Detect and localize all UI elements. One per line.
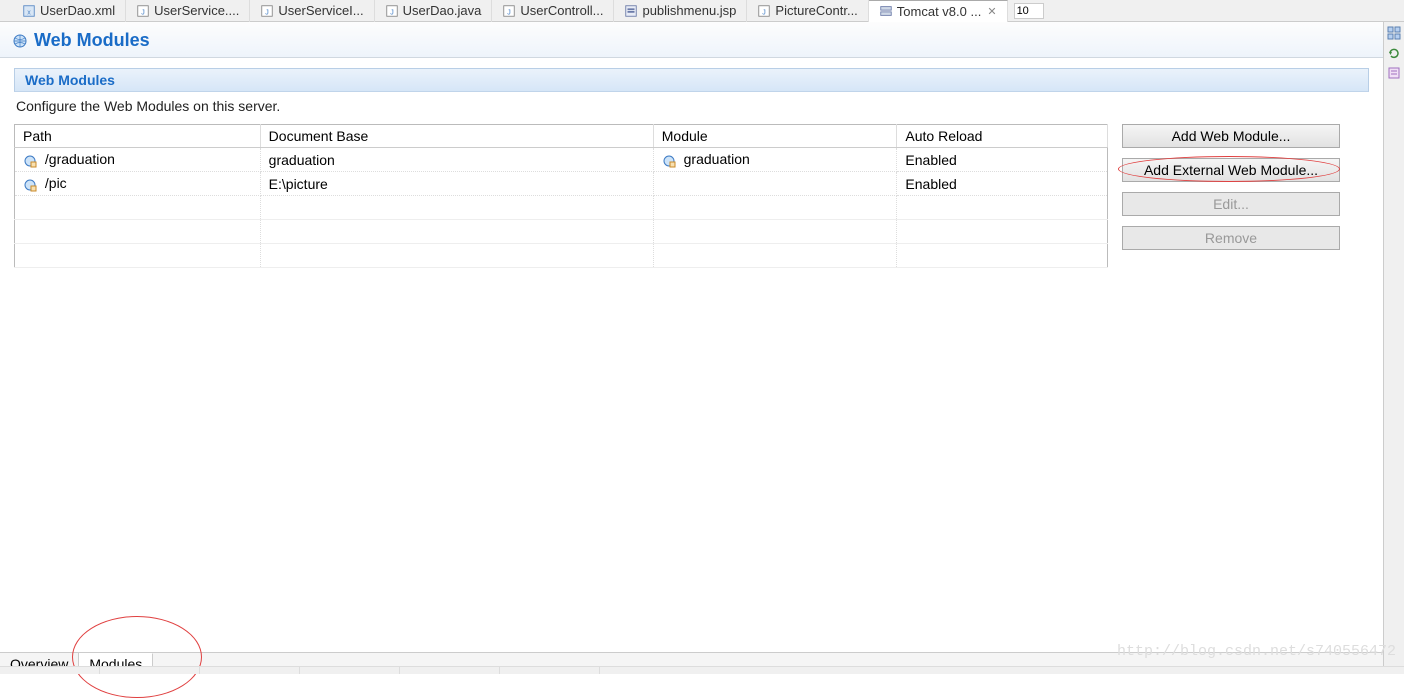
tab-label: UserDao.xml <box>40 3 115 18</box>
cell-autoreload: Enabled <box>897 148 1108 172</box>
tab-picturecontroller[interactable]: J PictureContr... <box>747 0 868 22</box>
xml-file-icon: x <box>22 4 36 18</box>
tab-label: PictureContr... <box>775 3 857 18</box>
web-resource-icon <box>23 154 37 168</box>
table-row-empty <box>15 244 1108 268</box>
web-resource-icon <box>23 178 37 192</box>
content-description: Configure the Web Modules on this server… <box>14 92 1369 124</box>
tab-label: publishmenu.jsp <box>642 3 736 18</box>
tab-tomcat-server[interactable]: Tomcat v8.0 ... ✕ <box>869 0 1008 22</box>
cell-docbase: graduation <box>260 148 653 172</box>
outline-icon[interactable] <box>1387 26 1401 40</box>
add-external-web-module-button[interactable]: Add External Web Module... <box>1122 158 1340 182</box>
java-file-icon: J <box>502 4 516 18</box>
tab-label: UserServiceI... <box>278 3 363 18</box>
cell-module: graduation <box>684 151 750 167</box>
table-header-row: Path Document Base Module Auto Reload <box>15 125 1108 148</box>
svg-text:J: J <box>141 9 145 16</box>
cell-path: /pic <box>45 175 67 191</box>
svg-text:J: J <box>390 9 394 16</box>
table-row-empty <box>15 220 1108 244</box>
jsp-file-icon <box>624 4 638 18</box>
refresh-icon[interactable] <box>1387 46 1401 60</box>
tab-publishmenu-jsp[interactable]: publishmenu.jsp <box>614 0 747 22</box>
web-modules-table: Path Document Base Module Auto Reload /g… <box>14 124 1108 268</box>
col-module[interactable]: Module <box>653 125 897 148</box>
cell-path: /graduation <box>45 151 115 167</box>
tab-userservicei[interactable]: J UserServiceI... <box>250 0 374 22</box>
table-row-empty <box>15 196 1108 220</box>
cell-docbase: E:\picture <box>260 172 653 196</box>
remove-button[interactable]: Remove <box>1122 226 1340 250</box>
cell-autoreload: Enabled <box>897 172 1108 196</box>
list-icon[interactable] <box>1387 66 1401 80</box>
java-file-icon: J <box>260 4 274 18</box>
svg-text:x: x <box>27 9 31 16</box>
close-icon[interactable]: ✕ <box>987 5 996 18</box>
col-auto-reload[interactable]: Auto Reload <box>897 125 1108 148</box>
server-icon <box>879 4 893 18</box>
web-module-icon <box>12 33 28 49</box>
section-title: Web Modules <box>34 30 150 51</box>
table-row[interactable]: /pic E:\picture Enabled <box>15 172 1108 196</box>
cell-module <box>653 172 897 196</box>
col-path[interactable]: Path <box>15 125 261 148</box>
tab-label: UserService.... <box>154 3 239 18</box>
tab-userdao-xml[interactable]: x UserDao.xml <box>12 0 126 22</box>
editor-tabs-bar: x UserDao.xml J UserService.... J UserSe… <box>0 0 1404 22</box>
tab-number-input[interactable] <box>1014 3 1044 19</box>
svg-text:J: J <box>266 9 270 16</box>
action-buttons-column: Add Web Module... Add External Web Modul… <box>1122 124 1340 250</box>
content-header: Web Modules <box>14 68 1369 92</box>
table-row[interactable]: /graduation graduation graduation Enable… <box>15 148 1108 172</box>
bottom-status-strip <box>0 666 1404 674</box>
main-panel: Web Modules Web Modules Configure the We… <box>0 22 1384 674</box>
java-file-icon: J <box>385 4 399 18</box>
add-web-module-button[interactable]: Add Web Module... <box>1122 124 1340 148</box>
tab-label: UserDao.java <box>403 3 482 18</box>
tab-usercontroller[interactable]: J UserControll... <box>492 0 614 22</box>
tab-userdao-java[interactable]: J UserDao.java <box>375 0 493 22</box>
java-file-icon: J <box>136 4 150 18</box>
section-header: Web Modules <box>0 22 1383 58</box>
svg-text:J: J <box>508 9 512 16</box>
tab-userservice[interactable]: J UserService.... <box>126 0 250 22</box>
right-side-toolbar <box>1384 22 1404 674</box>
col-document-base[interactable]: Document Base <box>260 125 653 148</box>
tab-label: UserControll... <box>520 3 603 18</box>
svg-text:J: J <box>763 9 767 16</box>
java-file-icon: J <box>757 4 771 18</box>
web-resource-icon <box>662 154 676 168</box>
tab-label: Tomcat v8.0 ... <box>897 4 982 19</box>
edit-button[interactable]: Edit... <box>1122 192 1340 216</box>
